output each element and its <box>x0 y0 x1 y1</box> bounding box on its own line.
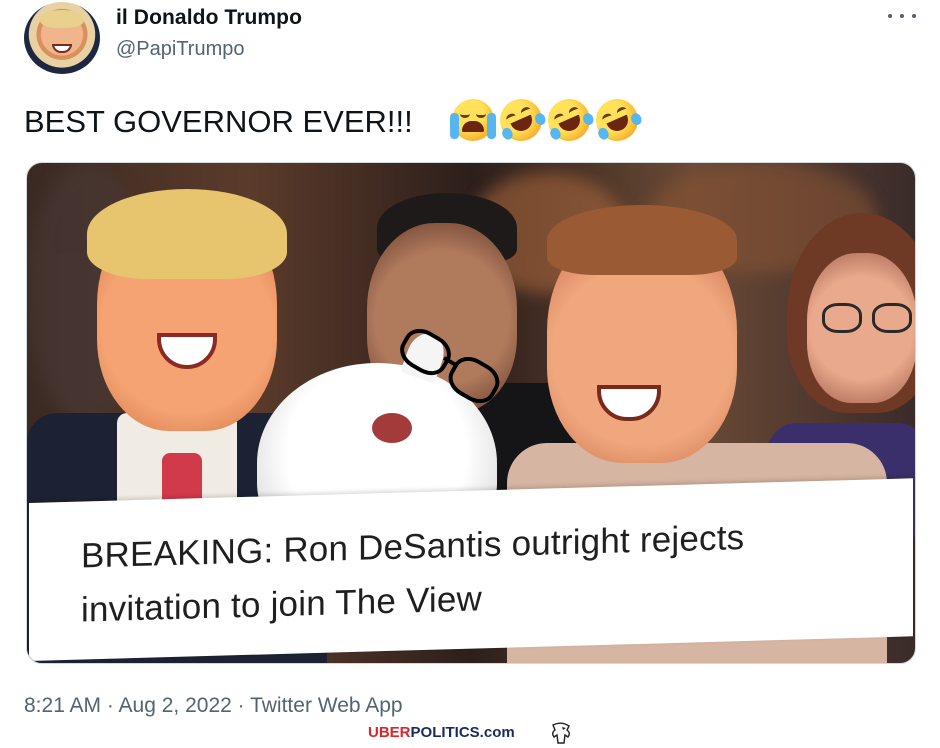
emoji-row <box>450 92 645 148</box>
rolling-laughing-icon <box>541 92 597 148</box>
eagle-icon <box>552 722 570 744</box>
watermark-brand: UBERPOLITICS.com <box>368 724 515 741</box>
avatar[interactable] <box>24 2 100 74</box>
tweet-timestamp[interactable]: 8:21 AM · Aug 2, 2022 · Twitter Web App <box>24 694 403 718</box>
rolling-laughing-icon <box>493 92 549 148</box>
avatar-hair <box>40 10 84 28</box>
avatar-mouth <box>52 44 72 53</box>
watermark-brand-part1: UBER <box>368 724 411 741</box>
right-man-hair <box>547 205 737 275</box>
watermark-brand-part2: POLITICS.com <box>410 724 515 741</box>
more-options-icon[interactable] <box>888 6 916 26</box>
user-handle[interactable]: @PapiTrumpo <box>116 38 245 61</box>
cat-mouth <box>372 413 412 443</box>
woman-glasses-icon <box>822 303 912 333</box>
loudly-crying-face-icon <box>450 99 496 141</box>
left-man-hair <box>87 189 287 279</box>
headline-banner: BREAKING: Ron DeSantis outright rejects … <box>29 478 913 661</box>
rolling-laughing-icon <box>589 92 645 148</box>
tweet-text: BEST GOVERNOR EVER!!! <box>24 104 413 139</box>
tweet-media-image[interactable]: BREAKING: Ron DeSantis outright rejects … <box>26 162 916 664</box>
headline-text: BREAKING: Ron DeSantis outright rejects … <box>81 518 745 630</box>
display-name[interactable]: il Donaldo Trumpo <box>116 6 302 30</box>
